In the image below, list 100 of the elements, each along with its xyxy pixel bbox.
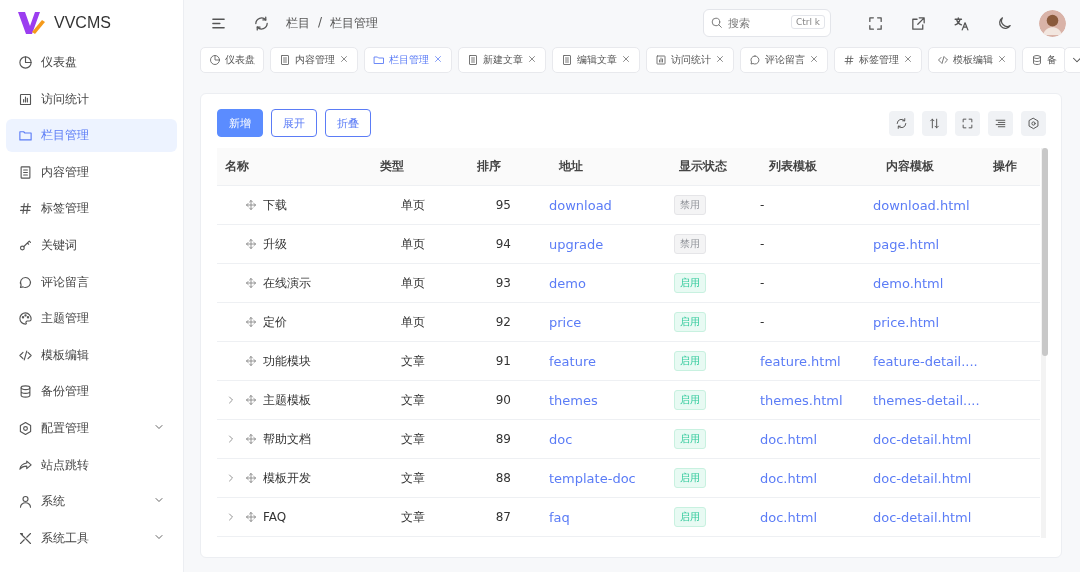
status-tag: 禁用 (674, 234, 706, 254)
refresh-icon (253, 14, 270, 32)
code-icon (937, 53, 949, 66)
template-link[interactable]: demo.html (873, 275, 944, 291)
sidebar-item[interactable]: 配置管理 (6, 411, 177, 445)
sidebar-item[interactable]: 备份管理 (6, 375, 177, 409)
address-link[interactable]: price (549, 314, 582, 330)
column-header: 类型 (379, 158, 405, 175)
user-icon (18, 494, 33, 510)
drag-handle-icon (245, 394, 257, 406)
template-link[interactable]: doc.html (760, 509, 818, 525)
status-tag: 禁用 (674, 195, 706, 215)
sidebar-item[interactable]: 主题管理 (6, 302, 177, 336)
tab[interactable]: 内容管理 (270, 46, 358, 73)
status-tag: 启用 (674, 273, 706, 293)
sort-button[interactable] (922, 110, 947, 136)
translate-button[interactable] (953, 14, 970, 32)
template-link[interactable]: feature-detail.... (873, 353, 978, 369)
folder-icon (373, 53, 385, 66)
sidebar-item[interactable]: 站点跳转 (6, 448, 177, 482)
add-button[interactable]: 新增 (217, 109, 263, 137)
table-cell: 下载 (263, 196, 287, 214)
document-icon (561, 53, 573, 66)
theme-toggle-button[interactable] (996, 14, 1013, 32)
table-cell: 帮助文档 (263, 430, 311, 448)
table-cell: 定价 (263, 313, 287, 331)
address-link[interactable]: template-doc (549, 470, 636, 486)
drag-handle-icon (245, 199, 257, 211)
refresh-button[interactable] (253, 14, 270, 32)
tab[interactable]: 访问统计 (646, 46, 734, 73)
toolbar-button[interactable]: 折叠 (325, 109, 371, 137)
fullscreen-button[interactable] (955, 110, 980, 136)
pie-chart-icon (18, 55, 33, 70)
refresh-button[interactable] (889, 110, 914, 136)
template-link[interactable]: doc.html (760, 470, 818, 486)
template-link[interactable]: download.html (873, 197, 970, 213)
table-cell: 文章 (400, 392, 425, 407)
sidebar-item[interactable]: 评论留言 (6, 265, 177, 299)
column-header: 列表模板 (768, 158, 818, 175)
tab[interactable]: 备 (1022, 46, 1066, 73)
template-link[interactable]: feature.html (760, 353, 841, 369)
template-link[interactable]: doc.html (760, 431, 818, 447)
fullscreen-button[interactable] (867, 14, 884, 32)
avatar[interactable] (1039, 9, 1066, 37)
table-cell: 单页 (400, 314, 425, 329)
address-link[interactable]: demo (549, 275, 586, 291)
table-cell: 94 (495, 237, 511, 251)
breadcrumb-item[interactable]: 栏目 (286, 14, 310, 32)
density-button[interactable] (988, 110, 1013, 136)
key-icon (18, 237, 33, 253)
template-link[interactable]: themes.html (760, 392, 843, 408)
tab[interactable]: 评论留言 (740, 46, 828, 73)
breadcrumb-separator: / (318, 14, 323, 31)
address-link[interactable]: themes (549, 392, 598, 408)
template-link[interactable]: doc-detail.html (873, 470, 972, 486)
close-icon (527, 53, 537, 64)
column-header: 名称 (224, 158, 250, 175)
table-cell: 91 (495, 354, 511, 368)
drag-handle-icon (245, 277, 257, 289)
toolbar-button[interactable]: 展开 (271, 109, 317, 137)
tab[interactable]: 仪表盘 (200, 46, 264, 73)
sidebar-item[interactable]: 关键词 (6, 228, 177, 262)
address-link[interactable]: feature (549, 353, 596, 369)
breadcrumb-item[interactable]: 栏目管理 (330, 14, 379, 32)
scrollbar[interactable] (1041, 148, 1046, 538)
settings-button[interactable] (1021, 110, 1046, 136)
palette-icon (18, 311, 33, 327)
tab[interactable]: 新建文章 (458, 46, 546, 73)
tab[interactable]: 标签管理 (834, 46, 922, 73)
sidebar-item[interactable]: 访问统计 (6, 82, 177, 116)
sidebar-item[interactable]: 仪表盘 (6, 46, 177, 79)
close-icon (809, 53, 819, 64)
template-link[interactable]: doc-detail.html (873, 509, 972, 525)
template-link[interactable]: price.html (873, 314, 940, 330)
sidebar-item[interactable]: 内容管理 (6, 155, 177, 189)
table-cell: FAQ (263, 510, 287, 524)
template-link[interactable]: doc-detail.html (873, 431, 972, 447)
translate-icon (953, 14, 970, 32)
status-tag: 启用 (674, 390, 706, 410)
sidebar-item[interactable]: 系统工具 (6, 521, 177, 555)
address-link[interactable]: doc (549, 431, 573, 447)
address-link[interactable]: faq (549, 509, 570, 525)
fullscreen-icon (867, 14, 884, 32)
template-link[interactable]: themes-detail.... (873, 392, 980, 408)
template-link[interactable]: page.html (873, 236, 940, 252)
sidebar-item[interactable]: 模板编辑 (6, 338, 177, 372)
tab[interactable]: 栏目管理 (364, 46, 452, 73)
address-link[interactable]: download (549, 197, 612, 213)
tab[interactable]: 编辑文章 (552, 46, 640, 73)
sidebar-item[interactable]: 标签管理 (6, 192, 177, 226)
fullscreen-icon (961, 116, 974, 130)
sidebar-item[interactable]: 系统 (6, 485, 177, 519)
sidebar-item[interactable]: 栏目管理 (6, 119, 177, 153)
folder-icon (18, 128, 33, 144)
status-tag: 启用 (674, 507, 706, 527)
table-cell: 功能模块 (263, 352, 311, 370)
external-link-button[interactable] (910, 14, 927, 32)
tab[interactable]: 模板编辑 (928, 46, 1016, 73)
address-link[interactable]: upgrade (549, 236, 604, 252)
document-icon (18, 164, 33, 180)
